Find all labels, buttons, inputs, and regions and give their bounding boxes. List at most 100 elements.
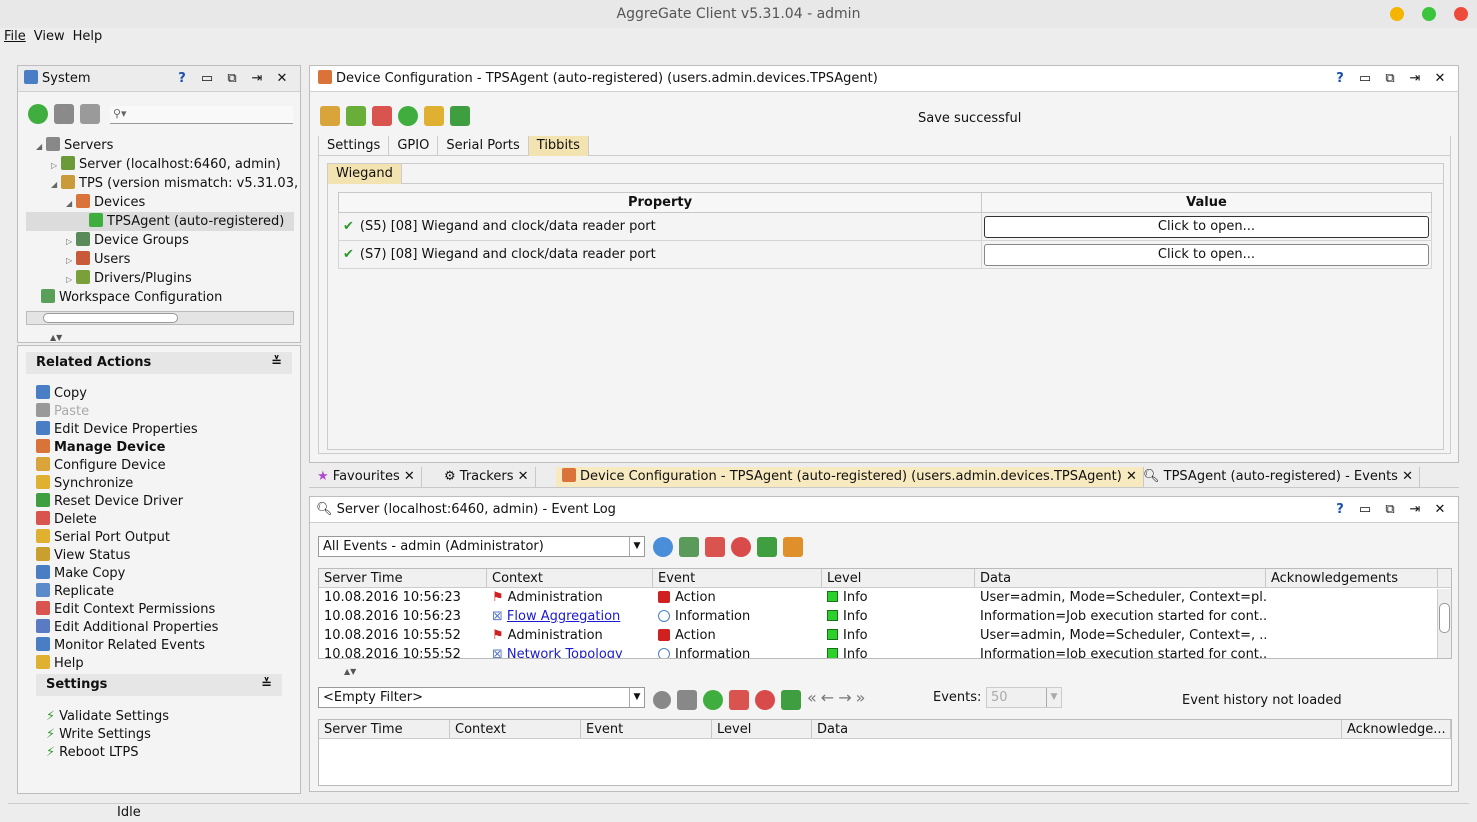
- help-icon[interactable]: ?: [174, 71, 190, 87]
- refresh-icon[interactable]: [28, 104, 48, 124]
- action-manage-device[interactable]: Manage Device: [26, 439, 292, 457]
- stop-icon[interactable]: [653, 690, 671, 709]
- event-filter-select[interactable]: All Events - admin (Administrator) ▼: [318, 536, 645, 557]
- open-folder-icon[interactable]: [424, 106, 444, 126]
- action-paste[interactable]: Paste: [26, 403, 292, 421]
- column-server-time[interactable]: Server Time: [319, 720, 450, 738]
- column-event[interactable]: Event: [653, 569, 822, 587]
- refresh-icon[interactable]: [703, 689, 723, 710]
- tree-item-tps[interactable]: ◢ TPS (version mismatch: v5.31.03, 1: [51, 174, 299, 193]
- unlock-icon[interactable]: [398, 106, 418, 126]
- action-edit-context-permissions[interactable]: Edit Context Permissions: [26, 601, 292, 619]
- action-write-settings[interactable]: ⚡︎ Write Settings: [36, 726, 282, 744]
- navigation-arrows[interactable]: «←→»: [807, 688, 869, 707]
- chart-icon[interactable]: [755, 689, 775, 710]
- filter-icon[interactable]: [677, 689, 697, 710]
- tree-item-tpsagent[interactable]: TPSAgent (auto-registered): [26, 212, 294, 231]
- history-filter-select[interactable]: <Empty Filter> ▼: [318, 687, 645, 708]
- open-value-button[interactable]: Click to open...: [984, 243, 1429, 266]
- tree-item-device-groups[interactable]: ▷ Device Groups: [66, 231, 189, 250]
- action-view-status[interactable]: View Status: [26, 547, 292, 565]
- collapse-chevron-icon[interactable]: ≚: [271, 352, 282, 374]
- save-icon[interactable]: [757, 537, 777, 557]
- event-row[interactable]: 10.08.2016 10:55:52 ⚑ Administration Action…: [319, 626, 1451, 645]
- action-serial-port-output[interactable]: Serial Port Output: [26, 529, 292, 547]
- close-icon[interactable]: ✕: [274, 71, 290, 87]
- event-row[interactable]: 10.08.2016 10:56:23 ⊠ Flow Aggregation Info…: [319, 607, 1451, 626]
- event-context[interactable]: Network Topology: [507, 647, 623, 658]
- action-replicate[interactable]: Replicate: [26, 583, 292, 601]
- maximize-icon[interactable]: ▭: [1357, 502, 1373, 518]
- close-tab-icon[interactable]: ✕: [518, 469, 529, 484]
- open-value-button[interactable]: Click to open...: [984, 215, 1429, 238]
- pin-icon[interactable]: ⇥: [1407, 502, 1423, 518]
- menu-view[interactable]: View: [34, 28, 65, 46]
- clear-filter-icon[interactable]: [729, 689, 749, 710]
- horizontal-scrollbar[interactable]: [26, 311, 294, 325]
- navigate-icon[interactable]: [653, 537, 673, 557]
- pin-icon[interactable]: ⇥: [249, 71, 265, 87]
- tab-tibbits[interactable]: Tibbits: [528, 136, 589, 156]
- column-data[interactable]: Data: [975, 569, 1266, 587]
- scrollbar-thumb[interactable]: [1439, 603, 1450, 633]
- tab-tpsagent-events[interactable]: 🔍︎ TPSAgent (auto-registered) - Events ✕: [1137, 467, 1420, 487]
- column-value[interactable]: Value: [981, 192, 1432, 213]
- events-count-select[interactable]: 50 ▼: [986, 687, 1062, 708]
- splitter-arrows[interactable]: ▲▼: [344, 667, 356, 676]
- tree-item-workspace[interactable]: Workspace Configuration: [41, 288, 222, 307]
- column-server-time[interactable]: Server Time: [319, 569, 487, 587]
- column-property[interactable]: Property: [338, 192, 982, 213]
- pin-icon[interactable]: ⇥: [1407, 71, 1423, 87]
- collapse-chevron-icon[interactable]: ≚: [261, 674, 272, 696]
- tab-settings[interactable]: Settings: [319, 136, 390, 156]
- clear-filter-icon[interactable]: [705, 537, 725, 557]
- close-window-button[interactable]: [1454, 7, 1468, 21]
- tab-device-configuration[interactable]: Device Configuration - TPSAgent (auto-re…: [556, 467, 1144, 487]
- restore-icon[interactable]: ⧉: [224, 71, 240, 87]
- save-icon[interactable]: [781, 689, 801, 710]
- tab-trackers[interactable]: ⚙ Trackers ✕: [438, 467, 536, 487]
- tab-gpio[interactable]: GPIO: [389, 136, 439, 156]
- column-data[interactable]: Data: [812, 720, 1342, 738]
- tree-item-drivers[interactable]: ▷ Drivers/Plugins: [66, 269, 192, 288]
- event-row[interactable]: 10.08.2016 10:55:52 ⊠ Network Topology Info…: [319, 645, 1451, 658]
- settings-header[interactable]: Settings ≚: [36, 674, 282, 696]
- save-icon[interactable]: [450, 106, 470, 126]
- table-row[interactable]: ✔ (S7) [08] Wiegand and clock/data reader…: [338, 240, 1432, 269]
- chart-icon[interactable]: [731, 537, 751, 557]
- action-configure-device[interactable]: Configure Device: [26, 457, 292, 475]
- close-icon[interactable]: ✕: [1432, 71, 1448, 87]
- action-edit-device-properties[interactable]: Edit Device Properties: [26, 421, 292, 439]
- action-reboot-ltps[interactable]: ⚡︎ Reboot LTPS: [36, 744, 282, 762]
- column-context[interactable]: Context: [487, 569, 653, 587]
- help-icon[interactable]: ?: [1332, 71, 1348, 87]
- action-delete[interactable]: Delete: [26, 511, 292, 529]
- close-tab-icon[interactable]: ✕: [1126, 469, 1137, 484]
- maximize-icon[interactable]: ▭: [1357, 71, 1373, 87]
- column-level[interactable]: Level: [712, 720, 812, 738]
- column-acknowledgements[interactable]: Acknowledgements: [1266, 569, 1438, 587]
- tree-item-server[interactable]: ▷ Server (localhost:6460, admin): [51, 155, 281, 174]
- related-actions-header[interactable]: Related Actions ≚: [26, 352, 292, 374]
- help-icon[interactable]: ?: [1332, 502, 1348, 518]
- action-monitor-related-events[interactable]: Monitor Related Events: [26, 637, 292, 655]
- tab-serial-ports[interactable]: Serial Ports: [438, 136, 529, 156]
- action-validate-settings[interactable]: ⚡︎ Validate Settings: [36, 708, 282, 726]
- action-make-copy[interactable]: Make Copy: [26, 565, 292, 583]
- action-reset-device-driver[interactable]: Reset Device Driver: [26, 493, 292, 511]
- filter-icon[interactable]: [679, 537, 699, 557]
- discard-icon[interactable]: [372, 106, 392, 126]
- tree-item-devices[interactable]: ◢ Devices: [66, 193, 145, 212]
- restore-icon[interactable]: ⧉: [1382, 502, 1398, 518]
- event-context[interactable]: Flow Aggregation: [507, 609, 620, 624]
- action-edit-additional-properties[interactable]: Edit Additional Properties: [26, 619, 292, 637]
- clear-icon[interactable]: [783, 537, 803, 557]
- tab-favourites[interactable]: ★ Favourites ✕: [311, 467, 422, 487]
- minimize-button[interactable]: [1390, 7, 1404, 21]
- table-row[interactable]: ✔ (S5) [08] Wiegand and clock/data reader…: [338, 212, 1432, 241]
- scrollbar-thumb[interactable]: [43, 313, 178, 323]
- collapse-icon[interactable]: [80, 104, 100, 124]
- tree-item-users[interactable]: ▷ Users: [66, 250, 130, 269]
- upload-icon[interactable]: [346, 106, 366, 126]
- column-level[interactable]: Level: [822, 569, 975, 587]
